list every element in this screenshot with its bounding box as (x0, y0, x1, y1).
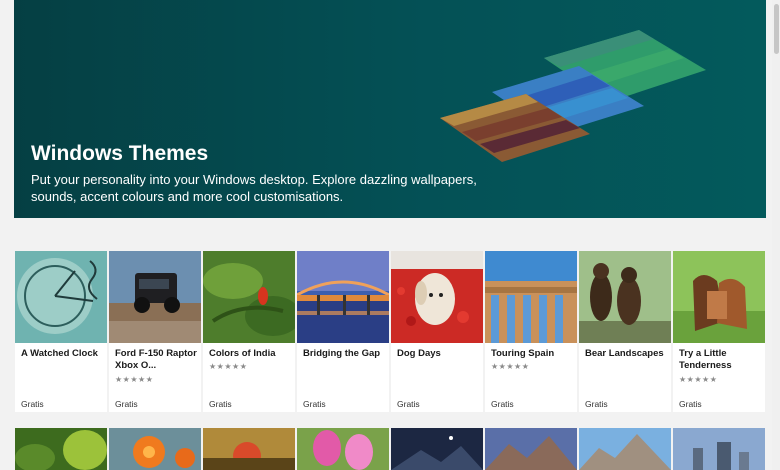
theme-card-colors-of-india[interactable]: Colors of India ★★★★★ Gratis (203, 251, 295, 412)
theme-card-thumbnail[interactable] (109, 428, 201, 470)
theme-thumbnail (485, 251, 577, 343)
theme-price: Gratis (209, 399, 232, 409)
theme-title: Ford F-150 Raptor Xbox O... (115, 348, 197, 371)
theme-thumbnail (203, 251, 295, 343)
theme-stack-artwork (440, 30, 706, 162)
theme-thumbnail (673, 251, 765, 343)
theme-title: Touring Spain (491, 348, 555, 359)
theme-card-dog-days[interactable]: Dog Days Gratis (391, 251, 483, 412)
theme-price: Gratis (491, 399, 514, 409)
theme-card-thumbnail[interactable] (673, 428, 765, 470)
theme-rating-stars: ★★★★★ (209, 362, 248, 371)
theme-price: Gratis (115, 399, 138, 409)
theme-thumbnail (109, 251, 201, 343)
theme-title: Try a Little Tenderness (679, 348, 732, 371)
theme-thumbnail (391, 251, 483, 343)
theme-price: Gratis (303, 399, 326, 409)
theme-card-touring-spain[interactable]: Touring Spain ★★★★★ Gratis (485, 251, 577, 412)
theme-card-try-a-little-tenderness[interactable]: Try a Little Tenderness ★★★★★ Gratis (673, 251, 765, 412)
theme-card-thumbnail[interactable] (297, 428, 389, 470)
theme-card-thumbnail[interactable] (391, 428, 483, 470)
hero-banner[interactable]: Windows Themes Put your personality into… (14, 0, 766, 218)
theme-thumbnail (297, 251, 389, 343)
theme-card-ford-f150-raptor[interactable]: Ford F-150 Raptor Xbox O... ★★★★★ Gratis (109, 251, 201, 412)
theme-card-thumbnail[interactable] (203, 428, 295, 470)
theme-title: Bridging the Gap (303, 348, 381, 359)
theme-card-bear-landscapes[interactable]: Bear Landscapes Gratis (579, 251, 671, 412)
theme-price: Gratis (397, 399, 420, 409)
theme-title: A Watched Clock (21, 348, 98, 359)
scrollbar[interactable] (772, 0, 780, 470)
theme-grid-row-2 (14, 428, 767, 470)
theme-title: Bear Landscapes (585, 348, 664, 359)
theme-thumbnail (15, 251, 107, 343)
theme-rating-stars: ★★★★★ (679, 375, 718, 384)
theme-card-thumbnail[interactable] (15, 428, 107, 470)
theme-card-a-watched-clock[interactable]: A Watched Clock Gratis (15, 251, 107, 412)
theme-card-thumbnail[interactable] (485, 428, 577, 470)
theme-title: Dog Days (397, 348, 441, 359)
theme-price: Gratis (585, 399, 608, 409)
theme-price: Gratis (21, 399, 44, 409)
theme-card-thumbnail[interactable] (579, 428, 671, 470)
hero-title: Windows Themes (31, 142, 209, 165)
hero-description: Put your personality into your Windows d… (31, 172, 477, 204)
scrollbar-thumb[interactable] (774, 4, 779, 54)
theme-price: Gratis (679, 399, 702, 409)
theme-card-bridging-the-gap[interactable]: Bridging the Gap Gratis (297, 251, 389, 412)
theme-thumbnail (579, 251, 671, 343)
theme-title: Colors of India (209, 348, 276, 359)
theme-rating-stars: ★★★★★ (491, 362, 530, 371)
theme-rating-stars: ★★★★★ (115, 375, 154, 384)
